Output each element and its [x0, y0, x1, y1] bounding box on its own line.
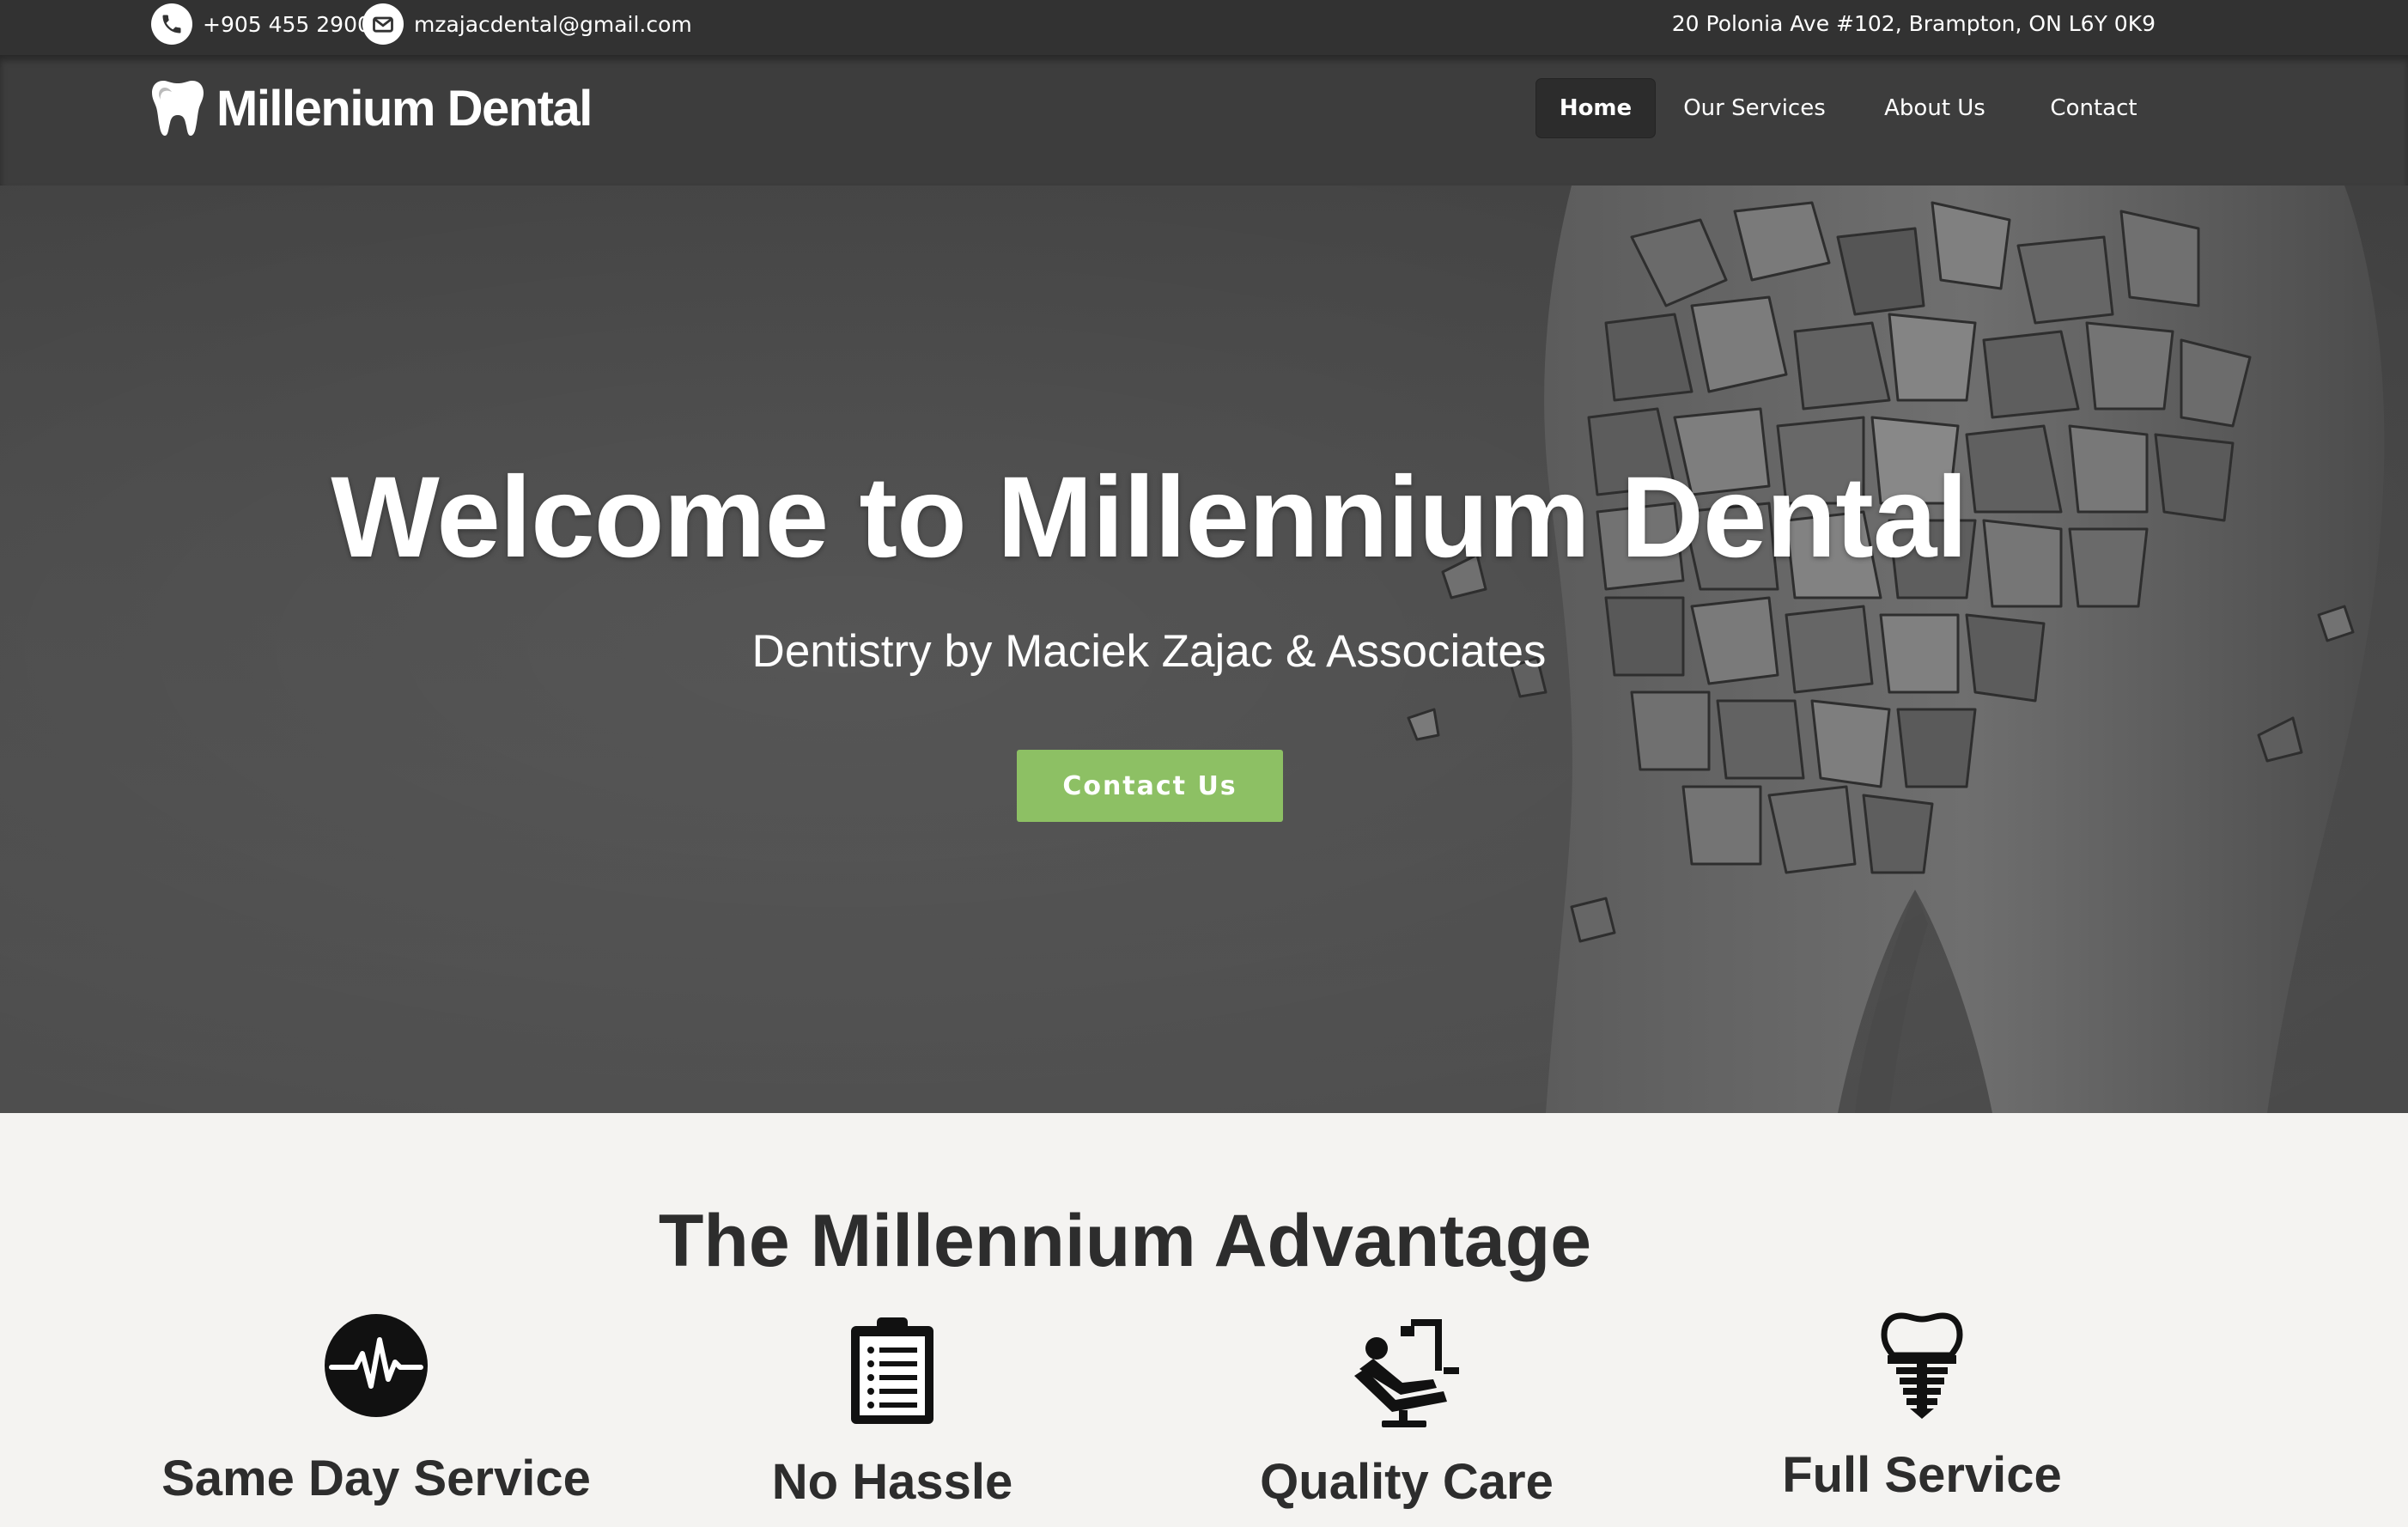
phone-number: +905 455 2900	[203, 11, 371, 37]
nav-our-services[interactable]: Our Services	[1670, 79, 1839, 137]
dental-chair-icon	[1354, 1319, 1459, 1427]
hero-banner: Welcome to Millennium Dental Dentistry b…	[0, 186, 2408, 1113]
phone-link[interactable]: +905 455 2900	[151, 0, 371, 48]
advantage-heading: The Millennium Advantage	[658, 1200, 1592, 1282]
site-header: Millenium Dental Home Our Services About…	[0, 55, 2408, 186]
advantage-section: The Millennium Advantage Same Day Servic…	[0, 1113, 2408, 1527]
dental-implant-icon	[1881, 1312, 1963, 1419]
feature-quality-care: Quality Care	[1175, 1316, 1639, 1510]
nav-home[interactable]: Home	[1536, 79, 1655, 137]
email-address: mzajacdental@gmail.com	[414, 11, 692, 37]
site-logo[interactable]: Millenium Dental	[151, 76, 593, 141]
contact-us-button[interactable]: Contact Us	[1017, 750, 1283, 822]
nav-contact[interactable]: Contact	[2028, 79, 2159, 137]
feature-no-hassle: No Hassle	[660, 1316, 1124, 1510]
heartbeat-icon	[325, 1314, 428, 1417]
feature-title: No Hassle	[771, 1454, 1013, 1510]
feature-same-day-service: Same Day Service	[144, 1312, 608, 1506]
phone-icon	[151, 3, 192, 45]
feature-title: Quality Care	[1260, 1454, 1554, 1510]
feature-title: Same Day Service	[161, 1451, 591, 1506]
hero-title: Welcome to Millennium Dental	[331, 453, 1967, 581]
clinic-address: 20 Polonia Ave #102, Brampton, ON L6Y 0K…	[1671, 10, 2156, 36]
clipboard-icon	[851, 1317, 933, 1424]
hero-subtitle: Dentistry by Maciek Zajac & Associates	[751, 626, 1547, 677]
email-link[interactable]: mzajacdental@gmail.com	[362, 0, 692, 48]
tooth-icon	[152, 81, 204, 136]
page: +905 455 2900 mzajacdental@gmail.com 20 …	[0, 0, 2408, 1527]
feature-full-service: Full Service	[1690, 1312, 2154, 1503]
nav-about-us[interactable]: About Us	[1860, 79, 2010, 137]
brand-name: Millenium Dental	[216, 80, 593, 137]
envelope-icon	[362, 3, 404, 45]
feature-title: Full Service	[1782, 1447, 2062, 1503]
top-contact-bar: +905 455 2900 mzajacdental@gmail.com 20 …	[0, 0, 2408, 55]
